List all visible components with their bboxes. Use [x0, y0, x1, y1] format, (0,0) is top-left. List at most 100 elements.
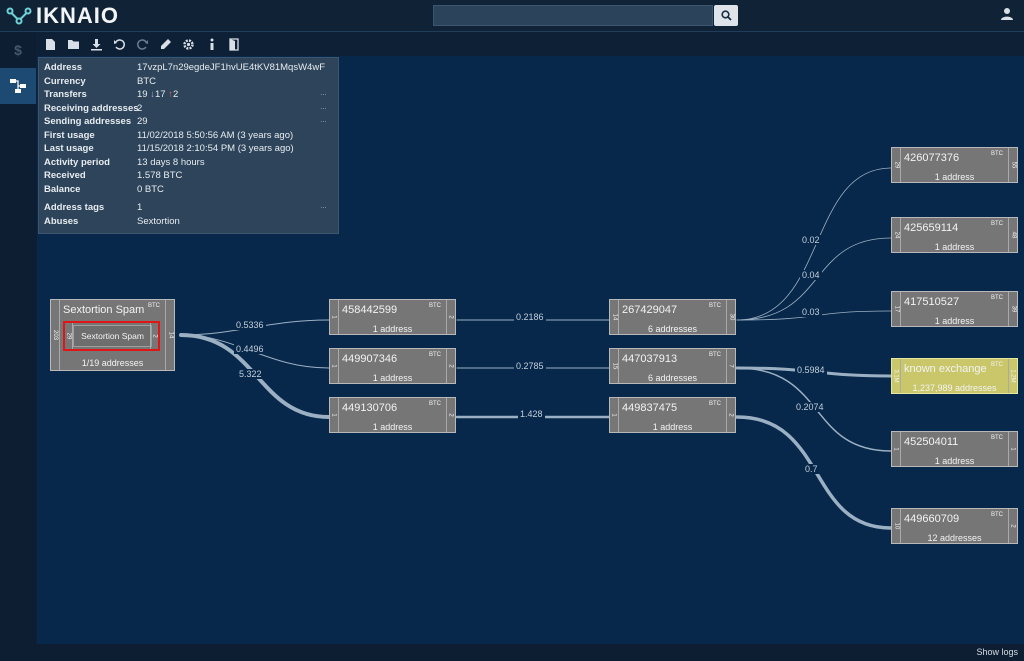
entity-node-426077376[interactable]: 29 55 426077376 BTC 1 address: [891, 147, 1018, 183]
info-label: Address tags: [44, 202, 105, 213]
exit-button[interactable]: [225, 35, 244, 54]
info-row-sending: Sending addresses 29 ···: [44, 115, 339, 128]
first-usage-value: 11/02/2018 5:50:56 AM (3 years ago): [137, 129, 294, 141]
entity-node-449130706[interactable]: 1 2 449130706 BTC 1 address: [329, 397, 456, 433]
node-title: 447037913: [622, 353, 678, 365]
address-info-panel: Address 17vzpL7n29egdeJF1hvUE4tKV81MqsW4…: [38, 57, 339, 234]
open-graph-button[interactable]: [64, 35, 83, 54]
search-icon: [720, 10, 732, 21]
node-title: 425659114: [904, 222, 959, 234]
edge-label[interactable]: 0.5336: [234, 320, 266, 330]
edge-label[interactable]: 0.03: [800, 307, 822, 317]
info-label: Balance: [44, 183, 81, 195]
redo-button[interactable]: [133, 35, 152, 54]
graph-logo-icon: [6, 7, 32, 25]
address-in-port[interactable]: 29: [65, 323, 73, 349]
currency-value: BTC: [137, 75, 156, 87]
entity-node-267429047[interactable]: 14 30 267429047 BTC 6 addresses: [609, 299, 736, 335]
selected-address-node[interactable]: 29 Sextortion Spam 2: [63, 321, 160, 351]
more-icon[interactable]: ···: [320, 201, 327, 214]
node-title: 449907346: [342, 353, 398, 365]
info-label: Address: [44, 62, 83, 73]
entity-node-449660709[interactable]: 10 2 449660709 BTC 12 addresses: [891, 508, 1018, 544]
info-button[interactable]: [202, 35, 221, 54]
address-count: 1 address: [934, 242, 975, 252]
transfers-incoming: 17: [154, 89, 166, 100]
info-row-transfers: Transfers 19 ↓17 ↑2 ···: [44, 88, 339, 101]
currency-label: BTC: [991, 512, 1003, 518]
edge-label[interactable]: 0.5984: [795, 365, 827, 375]
undo-button[interactable]: [110, 35, 129, 54]
node-title: 458442599: [342, 304, 398, 316]
entity-node-449907346[interactable]: 1 2 449907346 BTC 1 address: [329, 348, 456, 384]
node-title: known exchange: [904, 363, 987, 375]
node-title: 426077376: [904, 152, 960, 164]
edge-label[interactable]: 0.2074: [794, 402, 826, 412]
address-value[interactable]: 17vzpL7n29egdeJF1hvUE4tKV81MqsW4wF: [137, 61, 325, 74]
edge-label[interactable]: 0.4496: [234, 344, 266, 354]
edge-label[interactable]: 1.428: [518, 409, 545, 419]
known-exchange-node[interactable]: 3.1M 1.2M known exchange BTC 1,237,989 a…: [891, 358, 1018, 394]
address-count: 1 address: [934, 172, 975, 182]
graph-icon: [10, 79, 26, 93]
edge-label[interactable]: 5.322: [237, 369, 264, 379]
transfers-value: 19 ↓17 ↑2: [137, 88, 178, 101]
info-row-address-tags: Address tags 1 ···: [44, 201, 339, 214]
highlight-pen-icon: [161, 38, 171, 49]
currency-label: BTC: [991, 435, 1003, 441]
brand-name: IKNAIO: [36, 3, 119, 28]
entity-node-447037913[interactable]: 15 7 447037913 BTC 6 addresses: [609, 348, 736, 384]
address-count: 1 address: [372, 422, 413, 432]
edge-label[interactable]: 0.2785: [514, 361, 546, 371]
sidebar-item-currency[interactable]: $: [0, 32, 36, 68]
edge-label[interactable]: 0.7: [803, 464, 820, 474]
currency-icon: $: [14, 43, 22, 57]
entity-node-417510527[interactable]: 17 39 417510527 BTC 1 address: [891, 291, 1018, 327]
currency-label: BTC: [709, 303, 721, 309]
address-count: 6 addresses: [647, 324, 698, 334]
currency-label: BTC: [991, 221, 1003, 227]
settings-button[interactable]: [179, 35, 198, 54]
entity-node-452504011[interactable]: 1 1 452504011 BTC 1 address: [891, 431, 1018, 467]
sidebar-item-graph[interactable]: [0, 68, 36, 104]
info-icon: [210, 38, 213, 50]
top-bar: IKNAIO: [0, 0, 1024, 32]
search-button[interactable]: [714, 5, 738, 26]
user-icon: [1001, 8, 1013, 20]
abuses-value: Sextortion: [137, 215, 180, 227]
edge-label[interactable]: 0.04: [800, 270, 822, 280]
currency-label: BTC: [148, 303, 160, 309]
info-label: Currency: [44, 75, 86, 87]
address-out-port[interactable]: 2: [150, 323, 158, 349]
address-count: 6 addresses: [647, 373, 698, 383]
currency-label: BTC: [429, 303, 441, 309]
edge-label[interactable]: 0.02: [800, 235, 822, 245]
address-count: 1 address: [934, 316, 975, 326]
currency-label: BTC: [429, 352, 441, 358]
address-tags-value: 1: [137, 202, 143, 213]
search-input[interactable]: [433, 5, 713, 26]
entity-node-458442599[interactable]: 1 2 458442599 BTC 1 address: [329, 299, 456, 335]
entity-node-425659114[interactable]: 24 48 425659114 BTC 1 address: [891, 217, 1018, 253]
more-icon[interactable]: ···: [320, 88, 327, 101]
redo-icon: [137, 38, 148, 50]
more-icon[interactable]: ···: [320, 115, 327, 128]
new-graph-button[interactable]: [41, 35, 60, 54]
address-count: 1 address: [652, 422, 693, 432]
entity-node-449837475[interactable]: 1 2 449837475 BTC 1 address: [609, 397, 736, 433]
user-account-button[interactable]: [1000, 7, 1016, 23]
info-label: Sending addresses: [44, 116, 132, 127]
address-count: 1 address: [934, 456, 975, 466]
node-title: 417510527: [904, 296, 960, 308]
show-logs-link[interactable]: Show logs: [976, 647, 1018, 657]
more-icon[interactable]: ···: [320, 102, 327, 115]
info-label: Receiving addresses: [44, 102, 139, 114]
open-folder-icon: [67, 40, 79, 49]
download-button[interactable]: [87, 35, 106, 54]
address-count: 1 address: [372, 324, 413, 334]
sidebar: $: [0, 32, 36, 661]
received-value: 1.578 BTC: [137, 170, 183, 181]
edge-label[interactable]: 0.2186: [514, 312, 546, 322]
transfers-total: 19: [137, 89, 148, 100]
highlight-button[interactable]: [156, 35, 175, 54]
